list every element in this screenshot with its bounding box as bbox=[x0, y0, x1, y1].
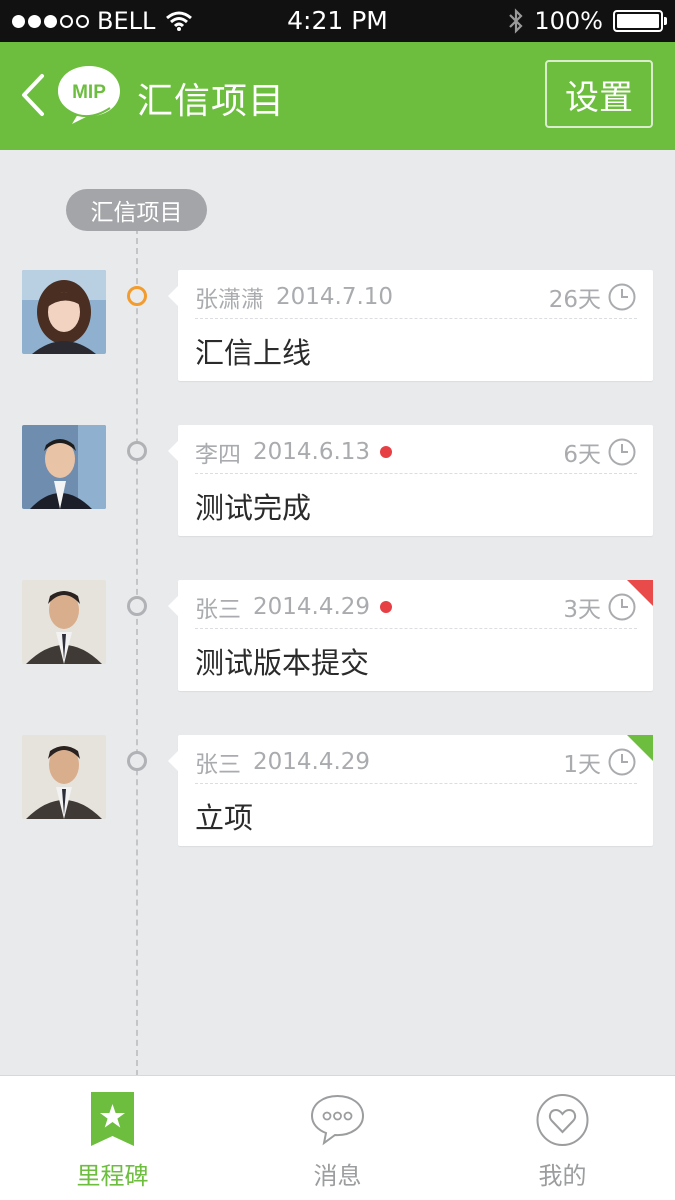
clock-icon bbox=[608, 593, 636, 621]
timeline-entry: 张潇潇 2014.7.10 26天 汇信上线 bbox=[0, 270, 675, 384]
milestone-card[interactable]: 李四 2014.6.13 6天 测试完成 bbox=[168, 425, 653, 536]
card-divider bbox=[195, 318, 637, 319]
timeline-entry: 张三 2014.4.29 3天 测试版本提交 bbox=[0, 580, 675, 694]
battery-icon bbox=[613, 10, 667, 32]
tab-label: 我的 bbox=[538, 1162, 587, 1190]
tab-label: 里程碑 bbox=[76, 1162, 149, 1190]
heart-profile-icon bbox=[535, 1092, 590, 1148]
author-name: 张三 bbox=[195, 752, 241, 778]
mip-logo: MIP bbox=[56, 64, 122, 126]
avatar-man[interactable] bbox=[22, 735, 106, 819]
milestone-date: 2014.4.29 bbox=[253, 594, 371, 620]
card-divider bbox=[195, 783, 637, 784]
unread-flag-dot bbox=[380, 446, 393, 458]
tab-messages[interactable]: 消息 bbox=[225, 1076, 450, 1200]
timeline-node bbox=[127, 596, 147, 616]
navigation-bar: MIP 汇信项目 设置 bbox=[0, 42, 675, 150]
milestone-title: 测试完成 bbox=[195, 491, 312, 525]
milestone-card[interactable]: 张潇潇 2014.7.10 26天 汇信上线 bbox=[168, 270, 653, 381]
tab-bar: 里程碑 消息 我的 bbox=[0, 1075, 675, 1200]
days-count: 6天 bbox=[563, 442, 601, 468]
milestone-date: 2014.4.29 bbox=[253, 749, 371, 775]
milestone-title: 测试版本提交 bbox=[195, 646, 370, 680]
project-tag: 汇信项目 bbox=[66, 189, 207, 231]
days-count: 3天 bbox=[563, 597, 601, 623]
card-divider bbox=[195, 473, 637, 474]
page-title: 汇信项目 bbox=[137, 81, 286, 122]
message-bubble-icon bbox=[310, 1092, 365, 1148]
timeline-node-active bbox=[127, 286, 147, 306]
days-count: 26天 bbox=[548, 287, 601, 313]
clock-icon bbox=[608, 283, 636, 311]
tab-label: 消息 bbox=[313, 1162, 362, 1190]
milestone-star-icon bbox=[85, 1092, 140, 1148]
milestone-title: 立项 bbox=[195, 801, 254, 835]
timeline-node bbox=[127, 751, 147, 771]
back-arrow-icon[interactable] bbox=[18, 72, 48, 118]
settings-button[interactable]: 设置 bbox=[545, 60, 653, 128]
timeline-entry: 李四 2014.6.13 6天 测试完成 bbox=[0, 425, 675, 539]
avatar-man[interactable] bbox=[22, 580, 106, 664]
days-count: 1天 bbox=[563, 752, 601, 778]
avatar-woman[interactable] bbox=[22, 270, 106, 354]
milestone-card[interactable]: 张三 2014.4.29 3天 测试版本提交 bbox=[168, 580, 653, 691]
timeline-node bbox=[127, 441, 147, 461]
author-name: 张潇潇 bbox=[195, 287, 264, 313]
author-name: 张三 bbox=[195, 597, 241, 623]
clock-icon bbox=[608, 748, 636, 776]
card-divider bbox=[195, 628, 637, 629]
author-name: 李四 bbox=[195, 442, 241, 468]
logo-text: MIP bbox=[72, 82, 106, 103]
tab-profile[interactable]: 我的 bbox=[450, 1076, 675, 1200]
bluetooth-icon bbox=[509, 8, 523, 34]
milestone-date: 2014.6.13 bbox=[253, 439, 371, 465]
avatar-young-man[interactable] bbox=[22, 425, 106, 509]
tab-milestones[interactable]: 里程碑 bbox=[0, 1076, 225, 1200]
battery-percent: 100% bbox=[534, 7, 603, 35]
milestone-title: 汇信上线 bbox=[195, 336, 312, 370]
milestone-date: 2014.7.10 bbox=[276, 284, 394, 310]
status-bar: BELL 4:21 PM 100% bbox=[0, 0, 675, 42]
clock-icon bbox=[608, 438, 636, 466]
timeline-entry: 张三 2014.4.29 1天 立项 bbox=[0, 735, 675, 849]
unread-flag-dot bbox=[380, 601, 393, 613]
milestone-card[interactable]: 张三 2014.4.29 1天 立项 bbox=[168, 735, 653, 846]
